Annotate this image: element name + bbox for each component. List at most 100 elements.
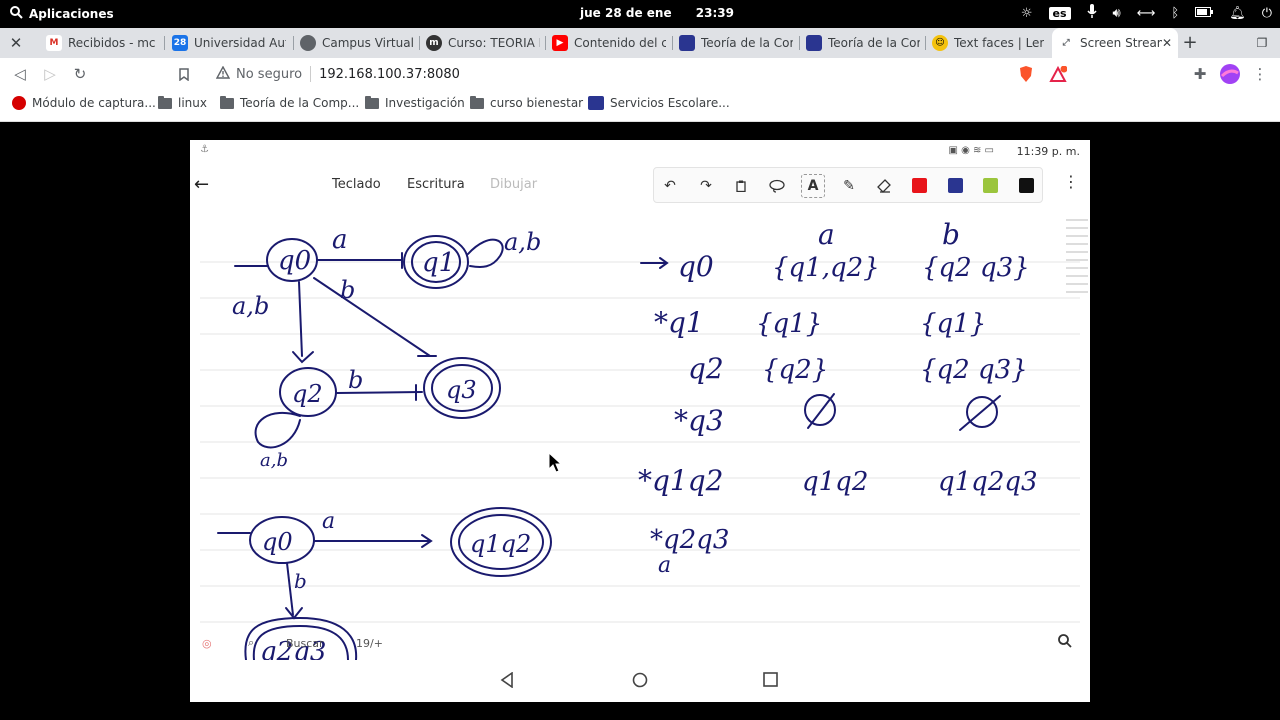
menu-icon[interactable]: ⋮ xyxy=(1250,64,1270,84)
page-icon xyxy=(588,96,604,110)
bookmark-investigacion[interactable]: Investigación xyxy=(365,95,465,110)
color-green-swatch[interactable] xyxy=(983,178,998,193)
brave-rewards-icon[interactable] xyxy=(1048,64,1068,84)
overflow-menu-icon[interactable]: ⋮ xyxy=(1063,172,1079,191)
handwritten-note-canvas[interactable]: q0 q1 q2 q3 a a,b b a,b b a,b a b q0 {q1… xyxy=(190,210,1090,660)
scroll-thumb[interactable] xyxy=(1066,218,1088,300)
browser-tab-strip: ✕ M Recibidos - mcue 28 Universidad Autó… xyxy=(0,28,1280,58)
folder-icon xyxy=(220,95,234,109)
nav-recents-icon[interactable] xyxy=(763,672,778,691)
lasso-icon[interactable] xyxy=(765,174,789,198)
pen-icon[interactable]: ✎ xyxy=(837,174,861,198)
find-label[interactable]: Buscar xyxy=(286,637,324,650)
date-text: jue 28 de ene xyxy=(580,6,672,20)
bookmark-modulo-captura[interactable]: Módulo de captura... xyxy=(12,96,156,110)
clipboard-icon[interactable] xyxy=(729,174,753,198)
brave-shield-icon[interactable] xyxy=(1016,64,1036,84)
streamed-tablet-screen[interactable]: ⚓︎ ▣ ◉ ≋ ▭ 11:39 p. m. ← Teclado Escritu… xyxy=(190,140,1090,702)
tab-teoria-1[interactable]: Teoría de la Comp xyxy=(673,28,799,58)
undo-icon[interactable]: ↶ xyxy=(658,174,682,198)
folder-icon xyxy=(158,95,172,109)
bookmark-linux[interactable]: linux xyxy=(158,95,207,110)
column-header-a: a xyxy=(818,218,835,251)
battery-icon[interactable] xyxy=(1195,6,1214,21)
bookmark-teoria[interactable]: Teoría de la Comp... xyxy=(220,95,359,110)
profile-avatar[interactable] xyxy=(1220,64,1240,84)
tab-teoria-2[interactable]: Teoría de la Comp xyxy=(800,28,926,58)
search-icon xyxy=(10,6,23,22)
bookmark-icon[interactable] xyxy=(174,64,194,84)
row-q1q2-b: q1q2q3 xyxy=(938,467,1038,497)
redo-icon[interactable]: ↷ xyxy=(694,174,718,198)
tab-screen-stream[interactable]: ⤢ Screen Stream ✕ xyxy=(1052,28,1178,58)
tab-curso[interactable]: m Curso: TEORIA DE xyxy=(420,28,546,58)
eraser-icon[interactable] xyxy=(872,174,896,198)
extensions-icon[interactable]: ✚ xyxy=(1190,64,1210,84)
color-black-swatch[interactable] xyxy=(1019,178,1034,193)
page-icon xyxy=(679,35,695,51)
power-icon[interactable]: ⏻ xyxy=(1262,6,1272,21)
keyboard-layout-indicator[interactable]: es xyxy=(1048,6,1071,20)
color-blue-swatch[interactable] xyxy=(948,178,963,193)
row-q1-b: {q1} xyxy=(920,309,986,339)
android-status-bar: ⚓︎ ▣ ◉ ≋ ▭ 11:39 p. m. xyxy=(190,140,1090,162)
bluetooth-icon[interactable]: ᛒ xyxy=(1171,6,1179,21)
bookmark-servicios-escolares[interactable]: Servicios Escolare... xyxy=(588,96,730,110)
close-window-icon[interactable]: ✕ xyxy=(6,33,26,53)
nav-back-icon[interactable] xyxy=(500,671,514,692)
stream-icon: ⤢ xyxy=(1058,35,1074,51)
reload-icon[interactable]: ↻ xyxy=(70,64,90,84)
row-q2q3-state: *q2q3 xyxy=(650,525,729,555)
back-arrow-icon[interactable]: ← xyxy=(194,174,209,195)
android-nav-bar xyxy=(190,662,1090,702)
state-q0-label: q0 xyxy=(278,246,311,276)
microphone-icon[interactable] xyxy=(1086,4,1097,22)
tab-universidad[interactable]: 28 Universidad Autó xyxy=(166,28,292,58)
night-light-icon[interactable]: ☼ xyxy=(1021,6,1033,21)
mode-escritura[interactable]: Escritura xyxy=(407,177,465,192)
row-q1q2-state: *q1q2 xyxy=(638,464,723,497)
loop-q1 xyxy=(467,238,504,268)
search-icon[interactable]: ⌕ xyxy=(248,636,254,650)
system-top-bar: Aplicaciones jue 28 de ene 23:39 ☼ es 🔊︎… xyxy=(0,0,1280,28)
globe-icon xyxy=(300,35,316,51)
folder-icon xyxy=(365,95,379,109)
row-q2-a: {q2} xyxy=(762,355,828,385)
row-q1-a: {q1} xyxy=(756,309,822,339)
window-restore-icon[interactable]: ❐ xyxy=(1252,33,1272,53)
new-tab-icon[interactable]: + xyxy=(1180,32,1200,53)
url-text: 192.168.100.37:8080 xyxy=(319,66,460,82)
back-icon[interactable]: ◁ xyxy=(10,64,30,84)
find-bar: ◎ ⌕ Buscar 19/+ xyxy=(190,632,1090,658)
nav-home-icon[interactable] xyxy=(632,672,648,692)
bookmark-curso-bienestar[interactable]: curso bienestar xyxy=(470,95,583,110)
search-icon[interactable] xyxy=(1058,634,1072,652)
gmail-icon: M xyxy=(46,35,62,51)
text-tool-icon[interactable]: A xyxy=(801,174,825,198)
status-time: 11:39 p. m. xyxy=(1016,145,1080,158)
tab-campus-virtual[interactable]: Campus Virtual xyxy=(294,28,420,58)
state-q3-label: q3 xyxy=(446,376,477,404)
tab-text-faces[interactable]: ☺ Text faces | Lenny xyxy=(926,28,1050,58)
close-tab-icon[interactable]: ✕ xyxy=(1162,36,1172,50)
mode-teclado[interactable]: Teclado xyxy=(332,177,381,192)
calendar-icon: 28 xyxy=(172,35,188,51)
row-q3-state: *q3 xyxy=(674,404,724,437)
security-indicator[interactable]: No seguro xyxy=(215,65,302,83)
dfa-edge-b-label: b xyxy=(294,569,307,593)
applications-menu[interactable]: Aplicaciones xyxy=(10,6,114,22)
color-red-swatch[interactable] xyxy=(912,178,927,193)
address-bar[interactable]: No seguro 192.168.100.37:8080 xyxy=(206,60,1076,88)
volume-icon[interactable]: 🔊︎ xyxy=(1113,6,1121,21)
row-q2-b: {q2 q3} xyxy=(920,355,1028,385)
tab-contenido[interactable]: ▶ Contenido del cur xyxy=(546,28,672,58)
clock[interactable]: jue 28 de ene 23:39 xyxy=(580,6,734,20)
network-icon[interactable]: ⟷ xyxy=(1137,6,1156,21)
state-q2-label: q2 xyxy=(292,380,323,408)
mode-dibujar[interactable]: Dibujar xyxy=(490,177,537,192)
page-icon xyxy=(806,35,822,51)
loop-q1-label: a,b xyxy=(504,228,541,256)
tab-gmail[interactable]: M Recibidos - mcue xyxy=(40,28,162,58)
forward-icon[interactable]: ▷ xyxy=(40,64,60,84)
notifications-icon[interactable]: 🔔︎ xyxy=(1229,6,1246,21)
